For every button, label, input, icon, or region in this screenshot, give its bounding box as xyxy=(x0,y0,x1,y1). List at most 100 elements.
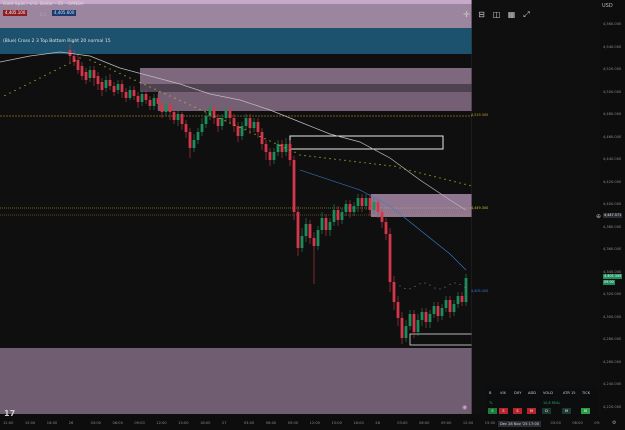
dotted-average-point xyxy=(24,84,26,87)
dotted-average-point xyxy=(59,67,61,69)
dotted-average-point xyxy=(434,176,436,178)
time-tick: 06:00 xyxy=(265,421,277,425)
dotted-average-point xyxy=(74,59,76,62)
table-cell: M xyxy=(562,408,571,414)
dotted-average-point xyxy=(249,131,251,133)
candle-body xyxy=(288,144,292,160)
candle-body xyxy=(292,160,296,212)
time-tick: 18:00 xyxy=(46,421,58,425)
dotted-average-point xyxy=(419,172,421,174)
price-tick: 4,380.000 xyxy=(603,224,622,229)
dotted-average-point xyxy=(414,171,416,173)
chart-canvas[interactable] xyxy=(0,0,625,430)
dotted-average-point xyxy=(174,97,176,99)
time-tick: 27 xyxy=(222,421,227,425)
dotted-average-point xyxy=(394,165,396,167)
dotted-average-point xyxy=(69,62,71,64)
candle-body xyxy=(392,282,396,302)
grid-icon[interactable]: ▦ xyxy=(507,10,516,19)
signal-dot xyxy=(429,284,431,286)
dotted-average-point xyxy=(234,124,236,126)
candle-body xyxy=(204,116,208,124)
time-tick: 15:00 xyxy=(331,421,342,425)
candle-body xyxy=(172,112,176,120)
supply-zone xyxy=(158,92,472,111)
price-tick: 4,500.000 xyxy=(603,89,622,94)
price-tick: 4,280.000 xyxy=(603,337,622,341)
dotted-average-point xyxy=(314,156,316,158)
candle-body xyxy=(244,118,248,126)
crosshair-icon[interactable]: ✛ xyxy=(462,10,471,19)
tradingview-logo-icon[interactable]: 17 xyxy=(4,409,15,418)
candle-body xyxy=(428,314,432,322)
dotted-average-point xyxy=(294,151,296,153)
candle-body xyxy=(404,326,408,338)
candle-body xyxy=(420,312,424,320)
expand-icon[interactable]: ⤢ xyxy=(522,10,531,19)
dotted-average-point xyxy=(304,155,306,157)
scroll-right-icon[interactable]: ◉ xyxy=(462,405,467,411)
sell-price-button[interactable]: 4,405.100 xyxy=(3,10,28,16)
table-cell: S xyxy=(513,408,522,414)
signal-dot xyxy=(419,283,421,285)
buy-price-button[interactable]: 4,405.600 xyxy=(52,10,77,16)
candle-body xyxy=(200,124,204,132)
dotted-average-point xyxy=(449,179,451,182)
signal-dot xyxy=(444,286,446,288)
market-internals-table: B VIX DXY ADD VOLD ATR 15 TICK TL 10.8 REAL S S S M D… xyxy=(486,388,598,418)
zone-outline xyxy=(409,333,473,346)
candle-body xyxy=(264,144,268,152)
crosshair-price-tag: 4,447.571 xyxy=(603,213,623,218)
candle-body xyxy=(140,94,144,102)
dotted-average-point xyxy=(254,133,256,135)
time-tick: 09:00 xyxy=(441,421,452,425)
table-value: TL xyxy=(489,401,493,405)
dotted-average-point xyxy=(149,86,151,88)
dotted-average-point xyxy=(274,142,276,144)
candle-body xyxy=(260,132,264,144)
settings-icon[interactable]: ⊕ xyxy=(596,214,601,220)
dotted-average-point xyxy=(104,66,106,68)
price-tick: 4,220.000 xyxy=(603,404,622,409)
price-tick: 4,480.000 xyxy=(603,112,622,116)
candle-body xyxy=(328,222,332,230)
indicator-label[interactable]: (Blue) Cross 2 3 Top Bottom Right 20 nor… xyxy=(3,39,111,45)
dotted-average-point xyxy=(269,140,271,142)
current-price-tag: 4,405.345 xyxy=(603,274,623,279)
candle-body xyxy=(248,118,252,128)
candle-body xyxy=(120,84,124,92)
price-tick: 4,540.000 xyxy=(603,44,622,49)
ruler-icon[interactable]: ⊟ xyxy=(477,10,486,19)
dotted-average-point xyxy=(284,147,286,149)
candle-body xyxy=(312,238,316,246)
dotted-average-point xyxy=(214,115,216,117)
candle-body xyxy=(192,140,196,148)
candle-body xyxy=(464,278,468,302)
dotted-average-point xyxy=(399,167,401,169)
candle-body xyxy=(80,66,84,76)
dotted-average-point xyxy=(344,159,346,161)
candle-body xyxy=(224,110,228,118)
candle-body xyxy=(316,230,320,246)
time-tick: 03:00 xyxy=(90,421,101,425)
table-header: DXY xyxy=(514,391,522,395)
table-header: TICK xyxy=(582,391,591,395)
candle-body xyxy=(324,218,328,230)
dotted-average-point xyxy=(359,161,361,163)
time-tick: 03:00 xyxy=(550,421,561,425)
table-cell: M xyxy=(527,408,536,414)
camera-icon[interactable]: ◫ xyxy=(492,10,501,19)
dotted-average-point xyxy=(374,163,376,165)
table-header: B xyxy=(489,391,492,395)
candle-body xyxy=(116,84,120,90)
candle-body xyxy=(368,198,372,210)
signal-dot xyxy=(409,288,411,290)
dotted-average-point xyxy=(199,108,201,111)
settings-gear-icon[interactable]: ⚙ xyxy=(612,421,616,426)
time-tick: 06:00 xyxy=(572,421,583,425)
chart-title: Gold Spot / U.S. Dollar · 15 · OANDA xyxy=(3,2,84,7)
price-tick: 4,240.000 xyxy=(603,382,622,386)
signal-dot xyxy=(439,288,441,290)
table-value: 10.8 REAL xyxy=(543,401,561,405)
candle-body xyxy=(332,210,336,222)
